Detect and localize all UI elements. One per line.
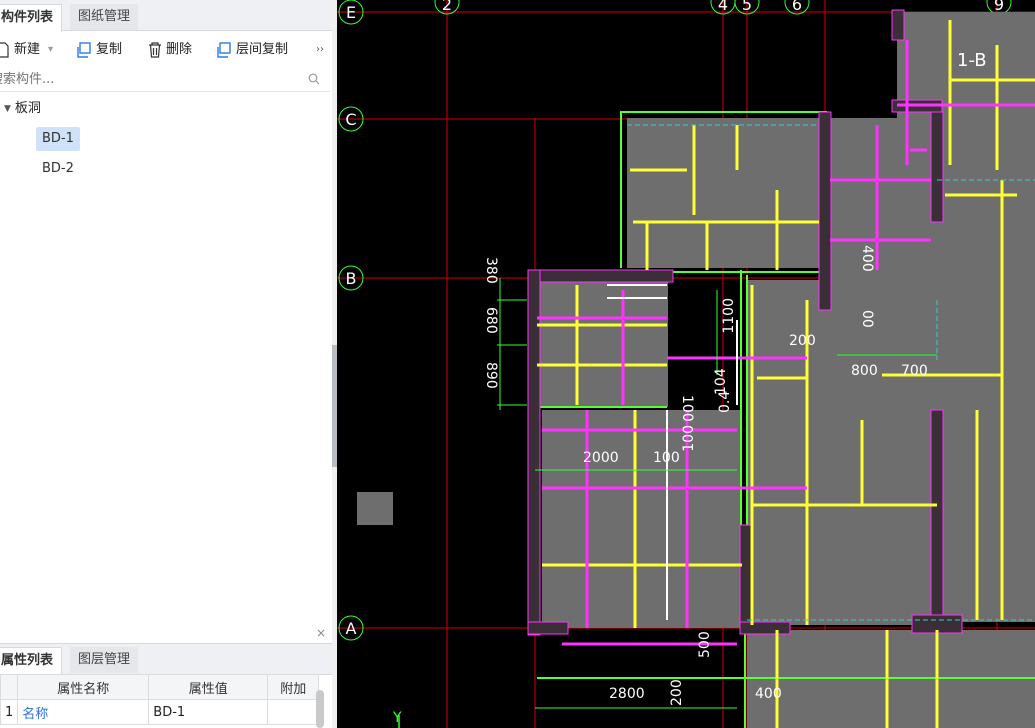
caret-down-icon[interactable]: ▼ [4, 98, 11, 120]
dim-text: 100 [653, 450, 680, 466]
dim-text: 200 [789, 333, 816, 349]
room-label: 1-B [957, 50, 987, 71]
axis-label-c: C [345, 110, 356, 129]
dim-text: 400 [859, 245, 875, 272]
dim-text: 00 [859, 310, 875, 328]
tree-item-bd-2[interactable]: BD-2 [36, 157, 80, 181]
floor-plan-drawing: E 2 4 5 6 9 C B A 1-B 380 680 890 1100 2… [337, 0, 1035, 728]
tab-drawing-management[interactable]: 图纸管理 [70, 4, 139, 30]
delete-label: 删除 [166, 42, 193, 57]
property-extra-cell[interactable] [267, 699, 320, 725]
component-toolbar: 新建 ▾ 复制 删除 层间复制 ›› [0, 34, 332, 64]
trash-icon [148, 42, 162, 58]
dim-text: 1100 [721, 298, 737, 334]
new-file-icon [0, 42, 10, 58]
row-index: 1 [0, 699, 19, 725]
copy-button[interactable]: 复制 [76, 40, 122, 60]
dim-text: 500 [697, 631, 713, 658]
index-header [0, 674, 19, 700]
header-extra: 附加 [267, 674, 320, 700]
property-scrollbar[interactable] [316, 690, 324, 728]
property-table-header: 属性名称 属性值 附加 [0, 674, 320, 700]
property-table: 属性名称 属性值 附加 1 名称 BD-1 [0, 674, 320, 725]
cad-canvas[interactable]: E 2 4 5 6 9 C B A 1-B 380 680 890 1100 2… [337, 0, 1035, 728]
axis-label-4: 4 [718, 0, 728, 14]
dim-text: 100 [681, 425, 697, 452]
dim-text: 680 [483, 307, 499, 334]
tab-layer-management[interactable]: 图层管理 [70, 647, 139, 673]
property-value-cell[interactable]: BD-1 [148, 699, 269, 725]
component-tabbar: 构件列表 图纸管理 [0, 0, 332, 32]
dim-text: 0.4 [717, 391, 733, 413]
dim-text: 2000 [583, 450, 619, 466]
axis-label-e: E [346, 3, 356, 22]
axis-label-6: 6 [792, 0, 802, 14]
left-panel: 构件列表 图纸管理 新建 ▾ 复制 删除 层间复制 ›› 搜索构件... ▼ 板… [0, 0, 333, 728]
new-label: 新建 [14, 42, 41, 57]
component-search [0, 67, 330, 92]
copy-label: 复制 [96, 42, 123, 57]
dim-text: 400 [755, 686, 782, 702]
dim-text: 100 [679, 395, 695, 422]
header-property-name: 属性名称 [17, 674, 150, 700]
ucs-label: Y [392, 710, 402, 726]
search-input[interactable] [0, 69, 290, 89]
dim-text: 380 [483, 257, 499, 284]
floor-copy-icon [216, 42, 232, 58]
tree-root-label: 板洞 [14, 101, 41, 116]
floor-copy-button[interactable]: 层间复制 [216, 40, 288, 60]
axis-label-b: B [346, 269, 357, 288]
search-icon[interactable] [308, 73, 320, 89]
header-property-value: 属性值 [148, 674, 269, 700]
axis-label-a: A [346, 619, 357, 638]
floor-copy-label: 层间复制 [236, 42, 289, 57]
gray-marker [357, 492, 393, 525]
ucs-icon: Y [392, 710, 402, 728]
axis-label-2: 2 [442, 0, 452, 14]
dim-text: 890 [483, 362, 499, 389]
dim-text: 200 [669, 679, 685, 706]
dim-text: 800 [851, 363, 878, 379]
tree-item-bd-1[interactable]: BD-1 [36, 127, 80, 151]
close-icon[interactable]: × [316, 626, 326, 640]
tab-property-list[interactable]: 属性列表 [0, 647, 63, 675]
axis-label-9: 9 [994, 0, 1004, 14]
chevron-down-icon[interactable]: ▾ [48, 40, 53, 60]
delete-button[interactable]: 删除 [148, 40, 192, 60]
property-tabbar: 属性列表 图层管理 [0, 643, 332, 675]
table-row[interactable]: 1 名称 BD-1 [0, 699, 320, 725]
tab-component-list[interactable]: 构件列表 [0, 4, 63, 32]
toolbar-more-button[interactable]: ›› [316, 40, 324, 60]
new-button[interactable]: 新建 ▾ [0, 40, 53, 60]
dim-text: 2800 [609, 686, 645, 702]
dim-text: 700 [901, 363, 928, 379]
axis-label-5: 5 [742, 0, 752, 14]
property-name-cell[interactable]: 名称 [17, 699, 150, 725]
copy-icon [76, 42, 92, 58]
tree-node-board-hole[interactable]: ▼ 板洞 [4, 98, 41, 120]
